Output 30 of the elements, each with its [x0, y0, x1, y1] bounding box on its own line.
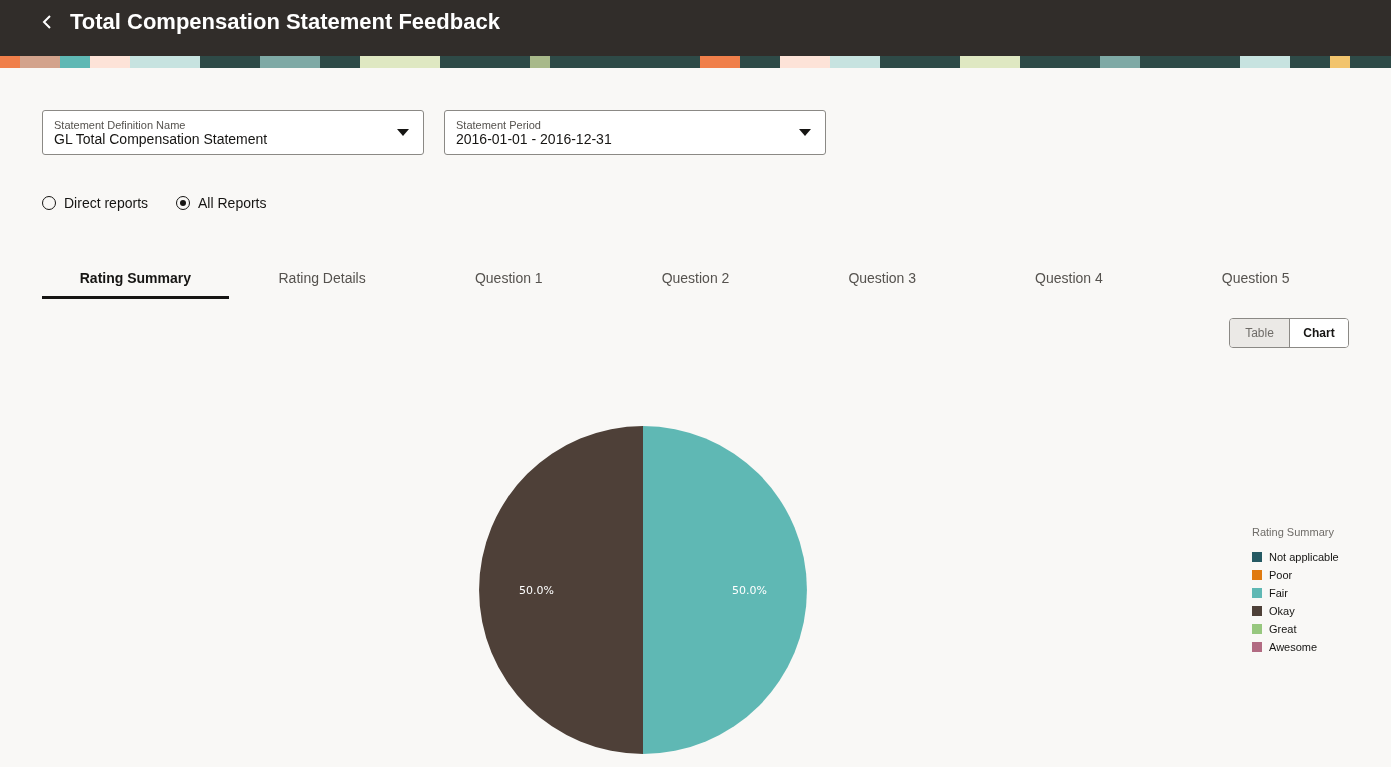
radio-label: All Reports: [198, 195, 267, 211]
legend-label: Not applicable: [1269, 551, 1339, 563]
tab[interactable]: Question 5: [1162, 259, 1350, 299]
legend-label: Okay: [1269, 605, 1295, 617]
slice-label: 50.0%: [732, 584, 768, 597]
legend-label: Awesome: [1269, 641, 1318, 653]
legend-label: Poor: [1269, 569, 1293, 581]
field-value: 2016-01-01 - 2016-12-31: [456, 130, 612, 147]
back-icon[interactable]: [42, 15, 52, 29]
tab[interactable]: Question 4: [975, 259, 1163, 299]
field-label: Statement Definition Name: [54, 118, 187, 131]
tab[interactable]: Question 1: [415, 259, 603, 299]
dropdown-field[interactable]: Statement Period 2016-01-01 - 2016-12-31: [444, 110, 826, 155]
legend-label: Fair: [1269, 587, 1288, 599]
caret-icon: [397, 129, 409, 136]
legend-title: Rating Summary: [1252, 526, 1335, 538]
dropdown-field[interactable]: Statement Definition Name GL Total Compensation Statement: [42, 110, 424, 155]
tab[interactable]: Question 2: [602, 259, 789, 299]
legend-label: Great: [1269, 623, 1297, 635]
tab[interactable]: Rating Summary: [42, 259, 229, 299]
caret-icon: [799, 129, 811, 136]
radio-label: Direct reports: [64, 195, 149, 211]
view-toggle-button[interactable]: Table: [1230, 319, 1289, 347]
tab[interactable]: Question 3: [788, 259, 976, 299]
view-toggle-button[interactable]: Chart: [1289, 319, 1348, 347]
page-title: Total Compensation Statement Feedback: [70, 9, 500, 35]
slice-label: 50.0%: [518, 584, 554, 597]
field-value: GL Total Compensation Statement: [54, 130, 268, 147]
field-label: Statement Period: [456, 118, 542, 131]
tab[interactable]: Rating Details: [228, 259, 416, 299]
